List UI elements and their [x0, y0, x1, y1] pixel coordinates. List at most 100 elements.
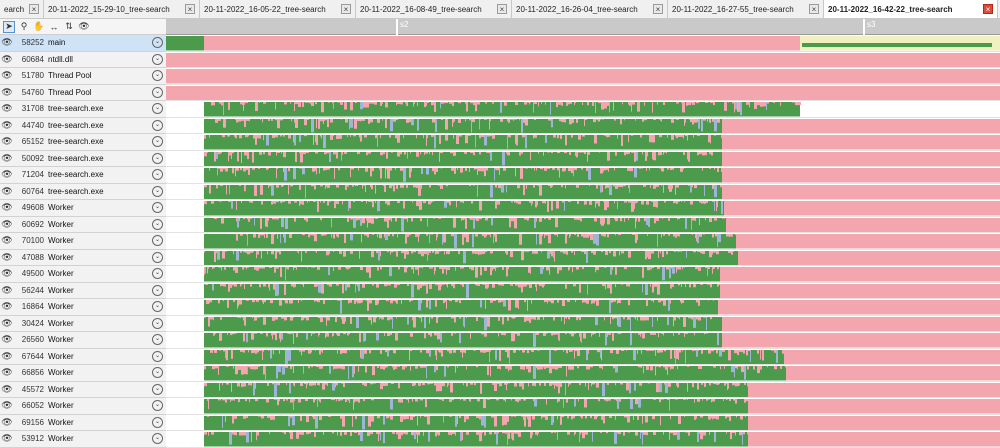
- expand-dropdown-icon[interactable]: ⌄: [152, 86, 163, 98]
- thread-track[interactable]: [166, 117, 1000, 134]
- expand-dropdown-icon[interactable]: ⌄: [152, 301, 163, 313]
- close-icon[interactable]: ×: [983, 4, 993, 14]
- thread-track[interactable]: [166, 398, 1000, 415]
- thread-label[interactable]: 👁 67644 Worker ⌄: [0, 348, 166, 365]
- thread-row[interactable]: 👁 71204 tree-search.exe ⌄: [0, 167, 1000, 184]
- visibility-eye-icon[interactable]: 👁: [0, 54, 14, 65]
- expand-dropdown-icon[interactable]: ⌄: [152, 433, 163, 445]
- visibility-eye-icon[interactable]: 👁: [0, 153, 14, 164]
- visibility-eye-icon[interactable]: 👁: [0, 37, 14, 48]
- expand-dropdown-icon[interactable]: ⌄: [152, 350, 163, 362]
- thread-row[interactable]: 👁 44740 tree-search.exe ⌄: [0, 117, 1000, 134]
- thread-row[interactable]: 👁 49608 Worker ⌄: [0, 200, 1000, 217]
- thread-label[interactable]: 👁 49608 Worker ⌄: [0, 200, 166, 217]
- visibility-eye-icon[interactable]: 👁: [0, 70, 14, 81]
- tab-4[interactable]: 20-11-2022_16-26-04_tree-search ×: [512, 0, 668, 18]
- visibility-eye-icon[interactable]: 👁: [0, 400, 14, 411]
- thread-label[interactable]: 👁 70100 Worker ⌄: [0, 233, 166, 250]
- thread-label[interactable]: 👁 71204 tree-search.exe ⌄: [0, 167, 166, 184]
- thread-label[interactable]: 👁 60684 ntdll.dll ⌄: [0, 51, 166, 68]
- visibility-eye-icon[interactable]: 👁: [0, 367, 14, 378]
- thread-label[interactable]: 👁 44740 tree-search.exe ⌄: [0, 117, 166, 134]
- thread-label[interactable]: 👁 51780 Thread Pool ⌄: [0, 68, 166, 85]
- visibility-eye-icon[interactable]: 👁: [0, 136, 14, 147]
- expand-dropdown-icon[interactable]: ⌄: [152, 202, 163, 214]
- thread-row[interactable]: 👁 67644 Worker ⌄: [0, 348, 1000, 365]
- thread-track[interactable]: [166, 282, 1000, 299]
- visibility-eye-icon[interactable]: 👁: [0, 202, 14, 213]
- visibility-eye-icon[interactable]: 👁: [0, 417, 14, 428]
- thread-track[interactable]: [166, 348, 1000, 365]
- thread-track[interactable]: [166, 332, 1000, 349]
- thread-label[interactable]: 👁 30424 Worker ⌄: [0, 315, 166, 332]
- cursor-icon[interactable]: ➤: [3, 20, 15, 33]
- expand-dropdown-icon[interactable]: ⌄: [152, 152, 163, 164]
- visibility-eye-icon[interactable]: 👁: [0, 169, 14, 180]
- thread-track[interactable]: [166, 315, 1000, 332]
- magnifier-icon[interactable]: ⚲: [18, 21, 30, 33]
- thread-row[interactable]: 👁 16864 Worker ⌄: [0, 299, 1000, 316]
- close-icon[interactable]: ×: [653, 4, 663, 14]
- thread-label[interactable]: 👁 26560 Worker ⌄: [0, 332, 166, 349]
- thread-track[interactable]: [166, 84, 1000, 101]
- thread-label[interactable]: 👁 58252 main ⌄: [0, 35, 166, 52]
- thread-track[interactable]: [166, 35, 1000, 52]
- thread-row[interactable]: 👁 31708 tree-search.exe ⌄: [0, 101, 1000, 118]
- thread-label[interactable]: 👁 50092 tree-search.exe ⌄: [0, 150, 166, 167]
- thread-row[interactable]: 👁 45572 Worker ⌄: [0, 381, 1000, 398]
- thread-row[interactable]: 👁 51780 Thread Pool ⌄: [0, 68, 1000, 85]
- thread-track[interactable]: [166, 134, 1000, 151]
- thread-row[interactable]: 👁 70100 Worker ⌄: [0, 233, 1000, 250]
- thread-track[interactable]: [166, 233, 1000, 250]
- thread-row[interactable]: 👁 65152 tree-search.exe ⌄: [0, 134, 1000, 151]
- expand-dropdown-icon[interactable]: ⌄: [152, 70, 163, 82]
- visibility-eye-icon[interactable]: 👁: [0, 186, 14, 197]
- expand-dropdown-icon[interactable]: ⌄: [152, 284, 163, 296]
- expand-dropdown-icon[interactable]: ⌄: [152, 53, 163, 65]
- tab-6[interactable]: 20-11-2022_16-42-22_tree-search ×: [824, 0, 998, 18]
- expand-dropdown-icon[interactable]: ⌄: [152, 136, 163, 148]
- thread-row[interactable]: 👁 53912 Worker ⌄: [0, 431, 1000, 448]
- thread-label[interactable]: 👁 60764 tree-search.exe ⌄: [0, 183, 166, 200]
- expand-dropdown-icon[interactable]: ⌄: [152, 218, 163, 230]
- tab-3[interactable]: 20-11-2022_16-08-49_tree-search ×: [356, 0, 512, 18]
- close-icon[interactable]: ×: [497, 4, 507, 14]
- thread-row[interactable]: 👁 58252 main ⌄: [0, 35, 1000, 52]
- visibility-eye-icon[interactable]: 👁: [0, 87, 14, 98]
- thread-row[interactable]: 👁 69156 Worker ⌄: [0, 414, 1000, 431]
- thread-label[interactable]: 👁 54760 Thread Pool ⌄: [0, 84, 166, 101]
- time-ruler[interactable]: s2 s3: [166, 19, 1000, 35]
- thread-row[interactable]: 👁 47088 Worker ⌄: [0, 249, 1000, 266]
- thread-row[interactable]: 👁 60764 tree-search.exe ⌄: [0, 183, 1000, 200]
- thread-label[interactable]: 👁 49500 Worker ⌄: [0, 266, 166, 283]
- close-icon[interactable]: ×: [809, 4, 819, 14]
- thread-track[interactable]: [166, 299, 1000, 316]
- thread-track[interactable]: [166, 216, 1000, 233]
- thread-row[interactable]: 👁 30424 Worker ⌄: [0, 315, 1000, 332]
- thread-label[interactable]: 👁 69156 Worker ⌄: [0, 414, 166, 431]
- thread-row[interactable]: 👁 26560 Worker ⌄: [0, 332, 1000, 349]
- tab-1[interactable]: 20-11-2022_15-29-10_tree-search ×: [44, 0, 200, 18]
- visibility-eye-icon[interactable]: 👁: [0, 334, 14, 345]
- thread-row[interactable]: 👁 54760 Thread Pool ⌄: [0, 84, 1000, 101]
- thread-label[interactable]: 👁 47088 Worker ⌄: [0, 249, 166, 266]
- visibility-eye-icon[interactable]: 👁: [0, 351, 14, 362]
- thread-row[interactable]: 👁 56244 Worker ⌄: [0, 282, 1000, 299]
- thread-track[interactable]: [166, 266, 1000, 283]
- eye-menu-icon[interactable]: 👁: [78, 21, 90, 33]
- visibility-eye-icon[interactable]: 👁: [0, 252, 14, 263]
- expand-dropdown-icon[interactable]: ⌄: [152, 169, 163, 181]
- expand-dropdown-icon[interactable]: ⌄: [152, 383, 163, 395]
- thread-track[interactable]: [166, 150, 1000, 167]
- thread-track[interactable]: [166, 381, 1000, 398]
- thread-label[interactable]: 👁 53912 Worker ⌄: [0, 431, 166, 448]
- expand-dropdown-icon[interactable]: ⌄: [152, 235, 163, 247]
- thread-label[interactable]: 👁 66856 Worker ⌄: [0, 365, 166, 382]
- thread-track[interactable]: [166, 183, 1000, 200]
- thread-label[interactable]: 👁 45572 Worker ⌄: [0, 381, 166, 398]
- close-icon[interactable]: ×: [29, 4, 39, 14]
- visibility-eye-icon[interactable]: 👁: [0, 433, 14, 444]
- thread-label[interactable]: 👁 66052 Worker ⌄: [0, 398, 166, 415]
- expand-dropdown-icon[interactable]: ⌄: [152, 37, 163, 49]
- visibility-eye-icon[interactable]: 👁: [0, 103, 14, 114]
